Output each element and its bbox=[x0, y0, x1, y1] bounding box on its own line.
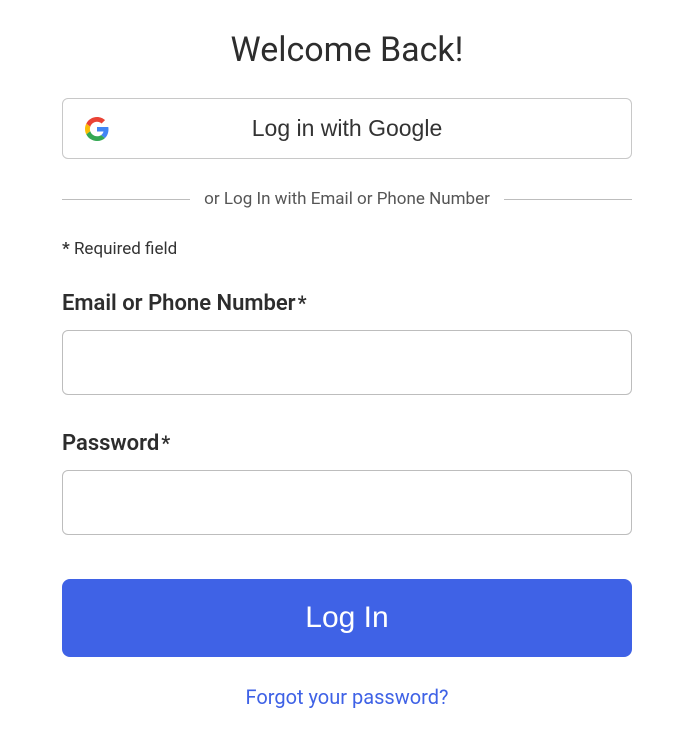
login-button[interactable]: Log In bbox=[62, 579, 632, 657]
password-input[interactable] bbox=[62, 470, 632, 535]
email-field-group: Email or Phone Number* bbox=[62, 291, 632, 395]
email-required-star: * bbox=[298, 291, 307, 315]
email-label-text: Email or Phone Number bbox=[62, 291, 296, 316]
divider-line-left bbox=[62, 199, 190, 200]
forgot-password-link[interactable]: Forgot your password? bbox=[62, 685, 632, 709]
password-label-text: Password bbox=[62, 431, 159, 456]
google-login-label: Log in with Google bbox=[252, 115, 443, 142]
required-field-note: * Required field bbox=[62, 239, 632, 259]
google-login-button[interactable]: Log in with Google bbox=[62, 98, 632, 159]
password-field-group: Password* bbox=[62, 431, 632, 535]
required-note-text: Required field bbox=[74, 239, 177, 259]
email-label: Email or Phone Number* bbox=[62, 291, 632, 316]
divider-text: or Log In with Email or Phone Number bbox=[204, 189, 490, 209]
divider-line-right bbox=[504, 199, 632, 200]
required-star: * bbox=[62, 239, 70, 259]
google-icon bbox=[85, 117, 109, 141]
email-input[interactable] bbox=[62, 330, 632, 395]
divider: or Log In with Email or Phone Number bbox=[62, 189, 632, 209]
password-label: Password* bbox=[62, 431, 632, 456]
page-title: Welcome Back! bbox=[62, 30, 632, 70]
password-required-star: * bbox=[161, 431, 170, 455]
